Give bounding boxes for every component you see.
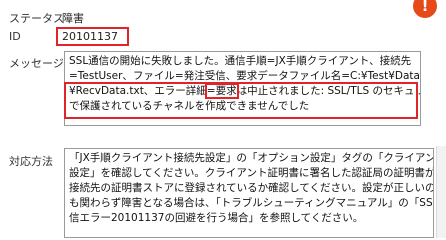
status-value: 障害 <box>62 12 84 25</box>
error-message-highlight <box>64 82 418 119</box>
solution-label: 対応方法 <box>9 155 53 168</box>
solution-line: 「JX手順クライアント接続先設定」の「オプション設定」タグの「クライアント認証 <box>69 152 434 164</box>
solution-line: 信エラー20101137の回避を行う場合」を参照してください。 <box>69 212 364 224</box>
solution-line: 接続先の証明書ストアに登録されているか確認してください。設定が正しいのに <box>69 182 434 194</box>
warning-icon: ! <box>413 0 437 18</box>
solution-scrollbar[interactable] <box>436 146 446 238</box>
message-line: SSL通信の開始に失敗しました。通信手順=JX手順クライアント、接続先 <box>69 55 412 67</box>
message-label: メッセージ <box>9 57 64 70</box>
solution-textbox[interactable]: 「JX手順クライアント接続先設定」の「オプション設定」タグの「クライアント認証 … <box>64 148 434 238</box>
id-value: 20101137 <box>62 30 118 43</box>
id-label: ID <box>9 30 21 43</box>
solution-line: も関わらず障害となる場合は、「トラブルシューティングマニュアル」の「SSL通 <box>69 197 434 209</box>
status-label: ステータス <box>9 12 64 25</box>
solution-line: 設定」を確認してください。クライアント証明書に署名した認証局の証明書が <box>69 167 434 179</box>
